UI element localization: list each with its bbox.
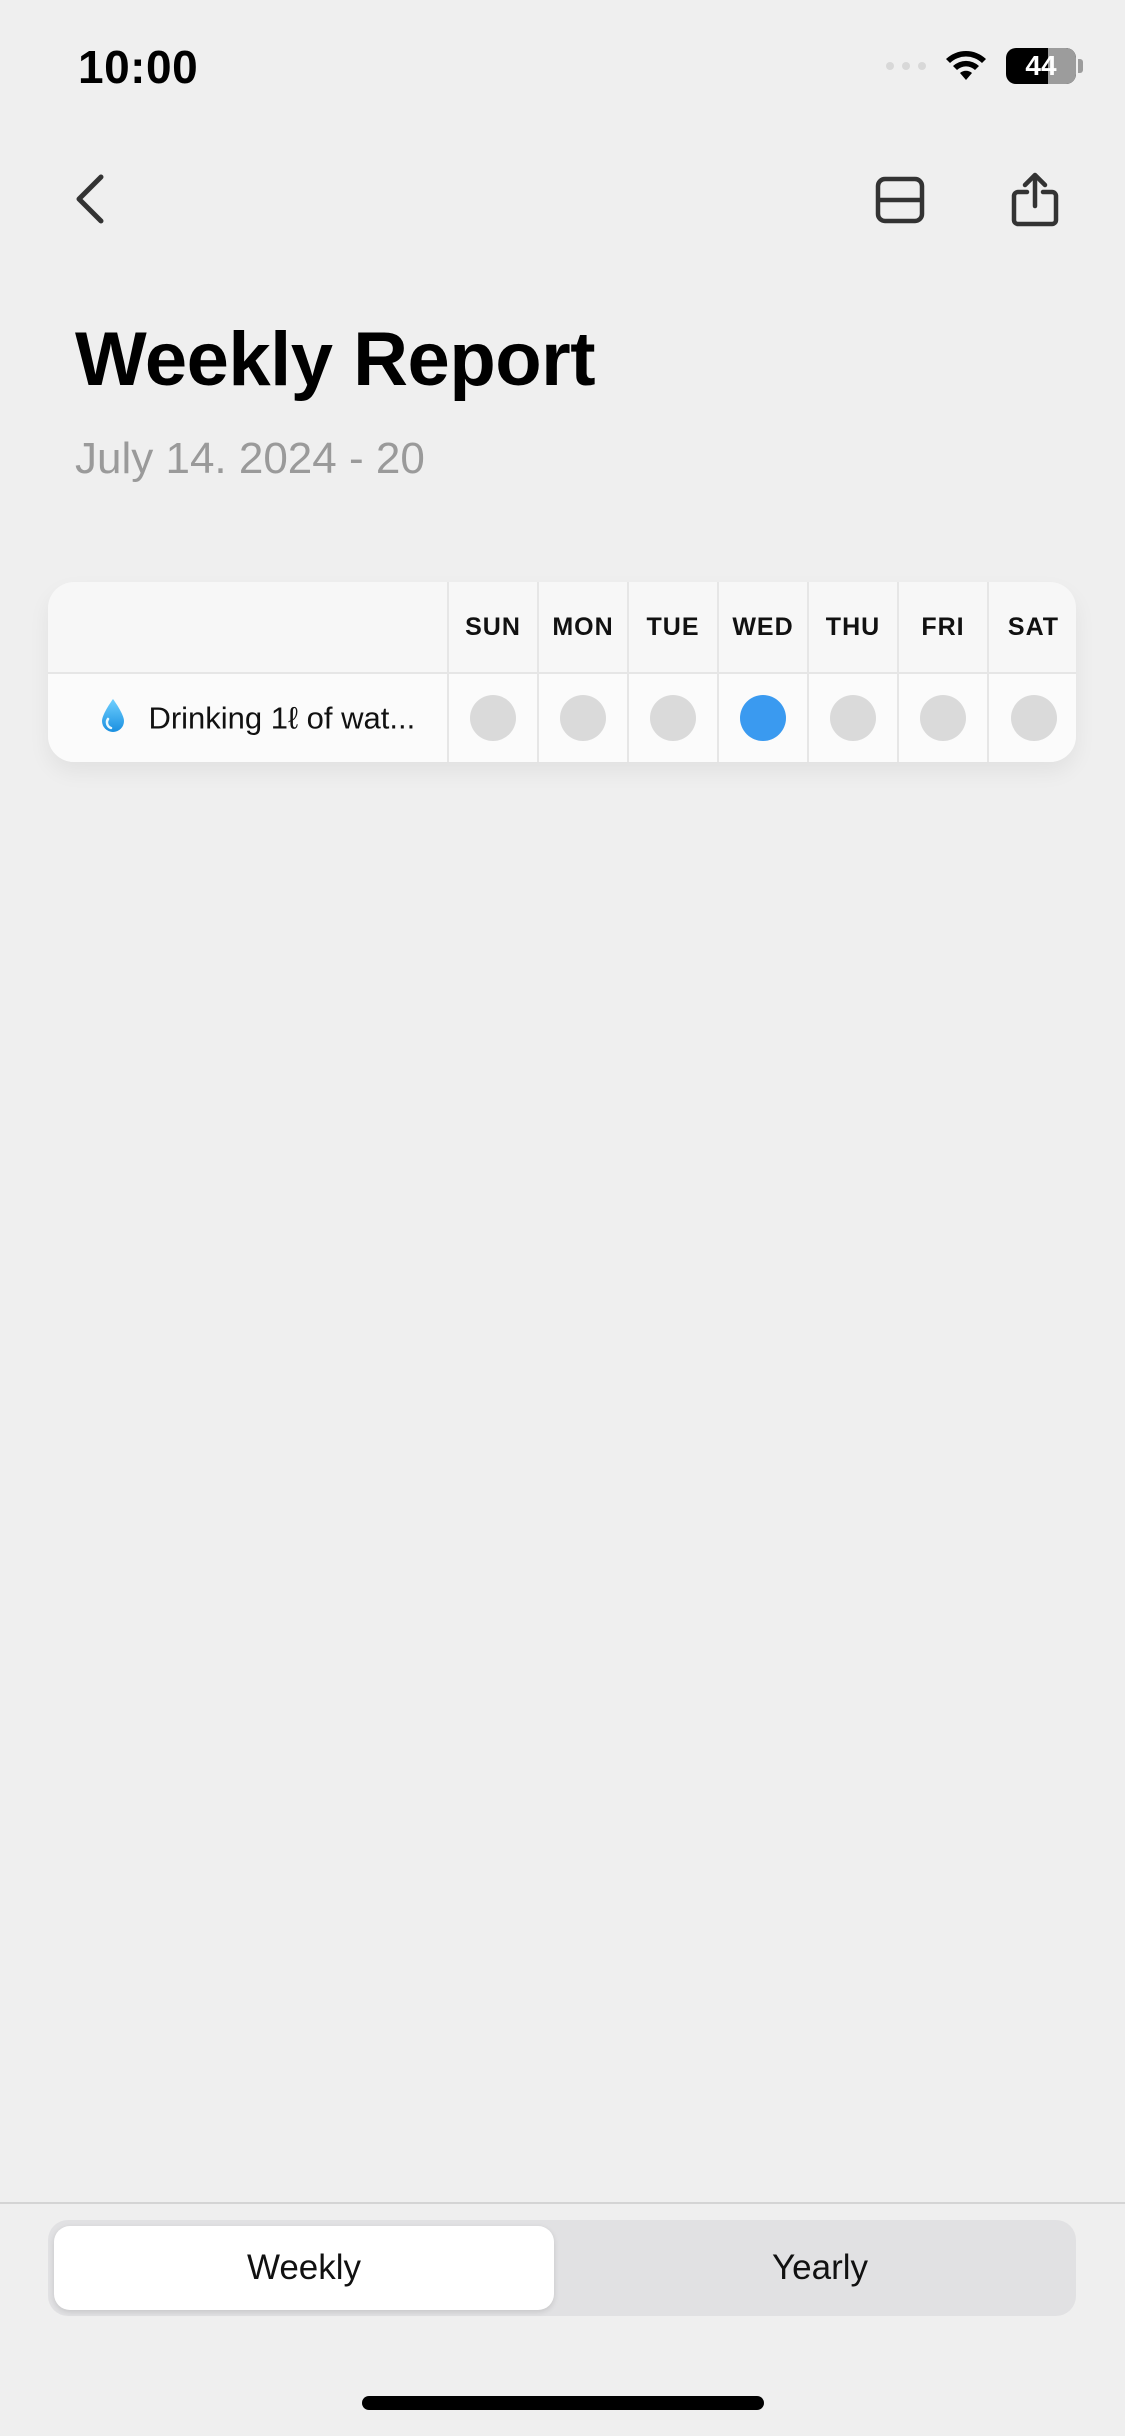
day-status-dot (920, 695, 966, 741)
day-status-dot (830, 695, 876, 741)
day-cell-mon[interactable] (537, 673, 628, 762)
day-cell-fri[interactable] (897, 673, 988, 762)
date-range: July 14. 2024 - 20 (75, 434, 425, 483)
habit-name: Drinking 1ℓ of wat... (148, 700, 416, 735)
bottom-divider (0, 2202, 1125, 2204)
day-cell-wed[interactable] (717, 673, 808, 762)
day-header-sun: SUN (447, 582, 538, 674)
day-header-row: SUN MON TUE WED THU FRI SAT (48, 582, 1076, 674)
day-status-dot (560, 695, 606, 741)
segment-yearly[interactable]: Yearly (570, 2226, 1070, 2310)
segment-weekly[interactable]: Weekly (54, 2226, 554, 2310)
header-corner (48, 582, 448, 674)
page-title: Weekly Report (75, 317, 596, 402)
back-button[interactable] (60, 164, 120, 234)
day-cell-thu[interactable] (807, 673, 898, 762)
battery-level: 44 (1025, 50, 1057, 81)
status-bar: 10:00 44 (0, 0, 1125, 140)
day-status-dot (740, 695, 786, 741)
day-header-thu: THU (807, 582, 898, 674)
period-segmented-control: Weekly Yearly (48, 2220, 1076, 2316)
day-header-sat: SAT (987, 582, 1076, 674)
home-indicator[interactable] (362, 2396, 764, 2410)
chevron-left-icon (76, 174, 104, 224)
day-header-fri: FRI (897, 582, 988, 674)
share-button[interactable] (1005, 168, 1065, 232)
cellular-signal-icon (886, 62, 926, 70)
day-cell-tue[interactable] (627, 673, 718, 762)
battery-icon: 44 (1006, 48, 1083, 84)
wifi-icon (944, 49, 988, 83)
status-time: 10:00 (78, 41, 199, 93)
water-drop-icon (100, 698, 126, 739)
nav-bar (0, 150, 1125, 250)
day-status-dot (470, 695, 516, 741)
day-header-wed: WED (717, 582, 808, 674)
weekly-report-table: SUN MON TUE WED THU FRI SAT Drinking 1ℓ … (48, 582, 1076, 762)
split-rectangle-icon (875, 176, 925, 224)
layout-toggle-button[interactable] (870, 170, 930, 230)
habit-label[interactable]: Drinking 1ℓ of wat... (48, 673, 448, 762)
day-cell-sun[interactable] (447, 673, 538, 762)
day-cell-sat[interactable] (987, 673, 1076, 762)
day-header-mon: MON (537, 582, 628, 674)
habit-row[interactable]: Drinking 1ℓ of wat... (48, 673, 1076, 762)
share-icon (1011, 172, 1059, 227)
day-status-dot (1010, 695, 1057, 741)
status-icons: 44 (886, 48, 1083, 84)
day-status-dot (650, 695, 696, 741)
day-header-tue: TUE (627, 582, 718, 674)
